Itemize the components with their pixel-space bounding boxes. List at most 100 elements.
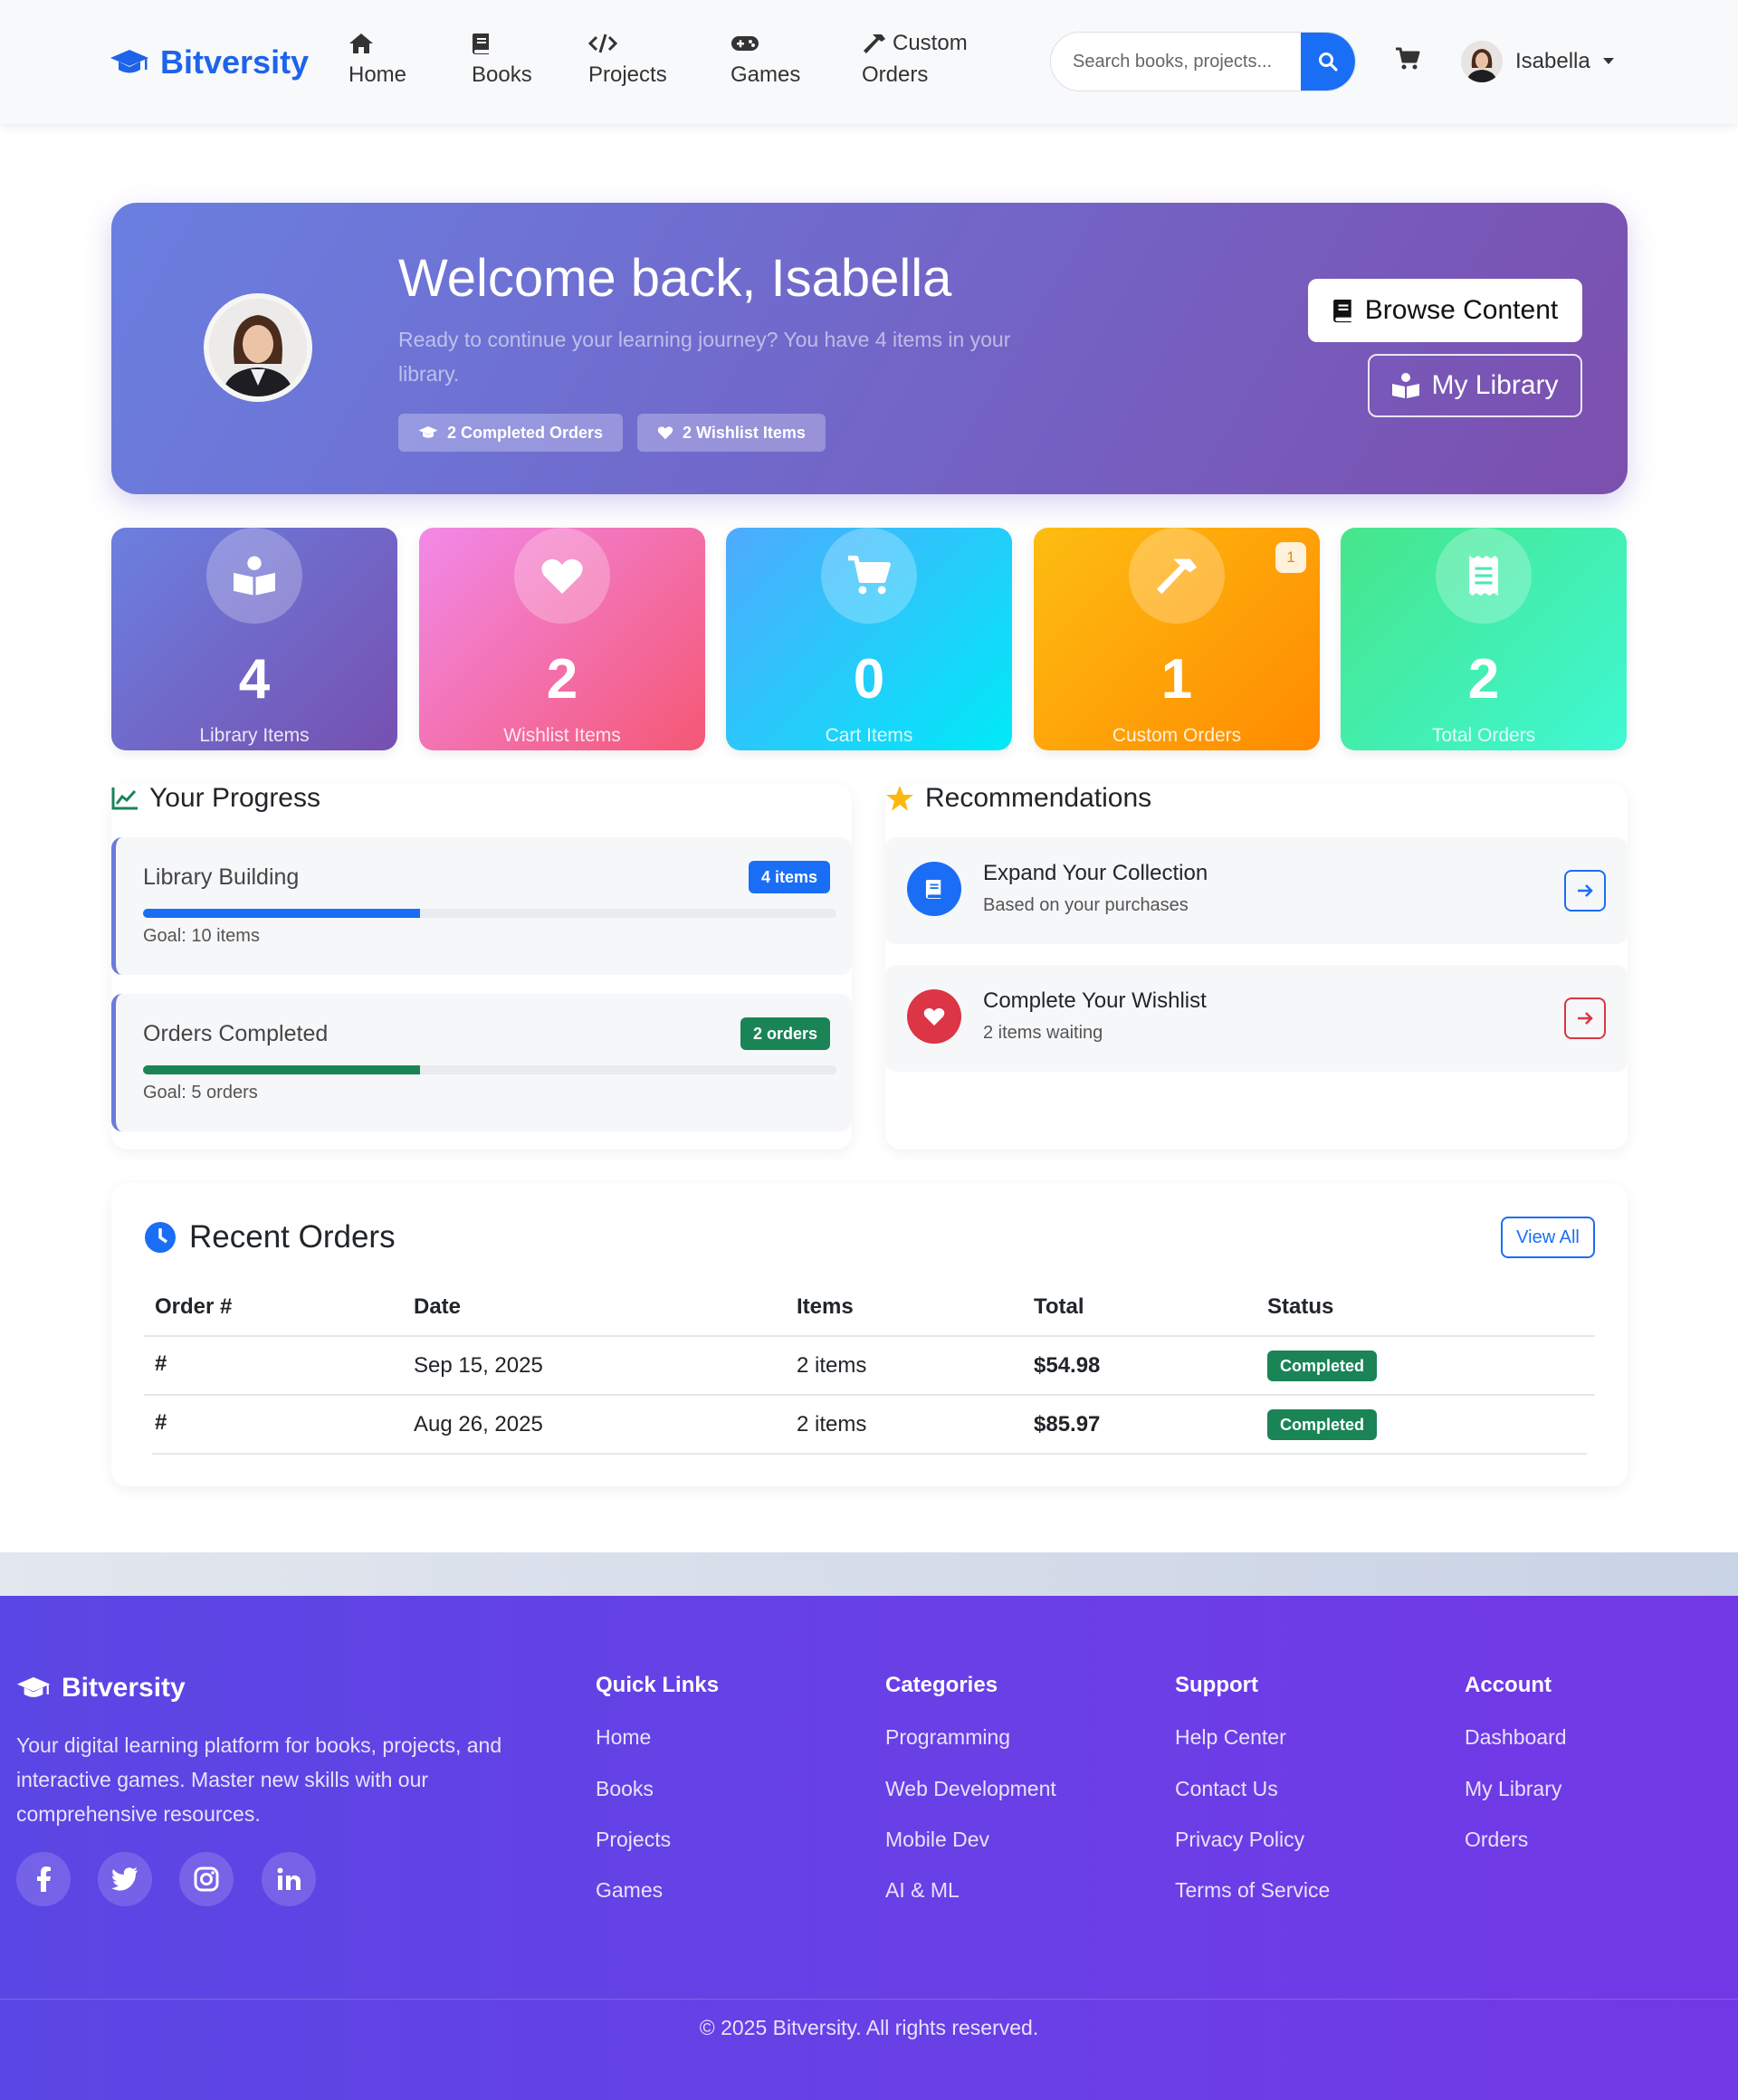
footer-link-programming[interactable]: Programming [885, 1725, 1010, 1750]
footer-link-projects[interactable]: Projects [596, 1828, 671, 1852]
footer-link-books[interactable]: Books [596, 1777, 654, 1801]
order-number[interactable]: # [155, 1410, 167, 1436]
footer-link-my-library[interactable]: My Library [1465, 1777, 1561, 1801]
progress-title: Your Progress [111, 783, 320, 814]
status-badge: Completed [1267, 1351, 1378, 1381]
twitter-link[interactable] [98, 1852, 152, 1906]
order-total: $85.97 [1034, 1412, 1101, 1437]
footer-support-heading: Support [1175, 1673, 1258, 1697]
linkedin-link[interactable] [262, 1852, 316, 1906]
footer-link-orders[interactable]: Orders [1465, 1828, 1528, 1852]
nav-books[interactable]: Books [472, 29, 532, 92]
heart-icon [907, 989, 961, 1044]
graduation-cap-icon [16, 1675, 51, 1701]
progress-track [143, 1065, 836, 1074]
footer-link-contact-us[interactable]: Contact Us [1175, 1777, 1278, 1801]
user-menu[interactable]: Isabella [1461, 41, 1614, 82]
order-items: 2 items [797, 1412, 867, 1437]
stat-total-orders[interactable]: 2 Total Orders [1341, 528, 1627, 750]
nav-projects[interactable]: Projects [588, 29, 667, 92]
column-date: Date [414, 1294, 462, 1319]
footer-link-privacy-policy[interactable]: Privacy Policy [1175, 1828, 1304, 1852]
wishlist-text: 2 Wishlist Items [683, 423, 806, 442]
recent-orders-title-text: Recent Orders [189, 1219, 396, 1255]
browse-content-label: Browse Content [1364, 295, 1559, 325]
recommendation-expand-collection[interactable]: Expand Your Collection Based on your pur… [885, 837, 1628, 944]
arrow-right-button[interactable] [1564, 998, 1606, 1039]
footer-link-ai-ml[interactable]: AI & ML [885, 1878, 960, 1903]
arrow-right-icon [1576, 1010, 1594, 1026]
footer-separator [0, 1552, 1738, 1598]
table-divider [144, 1335, 1595, 1337]
footer-link-dashboard[interactable]: Dashboard [1465, 1725, 1567, 1750]
footer-description: Your digital learning platform for books… [16, 1733, 502, 1826]
footer-link-mobile-dev[interactable]: Mobile Dev [885, 1828, 989, 1852]
recommendation-title: Expand Your Collection [983, 861, 1208, 885]
footer-divider [0, 1999, 1738, 2000]
footer-categories-heading: Categories [885, 1673, 998, 1697]
graduation-cap-icon [110, 48, 149, 77]
order-number[interactable]: # [155, 1351, 167, 1377]
progress-goal: Goal: 5 orders [143, 1083, 258, 1102]
stat-cart-items[interactable]: 0 Cart Items [726, 528, 1012, 750]
order-date: Aug 26, 2025 [414, 1412, 543, 1437]
nav-home-label: Home [349, 62, 407, 87]
hammer-icon [862, 32, 887, 55]
progress-item-title: Library Building [143, 864, 300, 890]
stat-library-items[interactable]: 4 Library Items [111, 528, 397, 750]
progress-fill [143, 909, 421, 918]
hero-subtitle: Ready to continue your learning journey?… [398, 328, 1011, 386]
book-reader-icon [206, 528, 302, 624]
graduation-cap-icon [418, 425, 438, 440]
avatar [1461, 41, 1503, 82]
book-reader-icon [1391, 372, 1420, 399]
footer-link-help-center[interactable]: Help Center [1175, 1725, 1286, 1750]
facebook-link[interactable] [16, 1852, 71, 1906]
arrow-right-icon [1576, 883, 1594, 899]
progress-track [143, 909, 836, 918]
instagram-link[interactable] [179, 1852, 234, 1906]
column-total: Total [1034, 1294, 1084, 1319]
cart-icon [1395, 47, 1420, 71]
progress-item-title: Orders Completed [143, 1021, 329, 1046]
nav-home[interactable]: Home [349, 29, 406, 92]
recommendation-complete-wishlist[interactable]: Complete Your Wishlist 2 items waiting [885, 965, 1628, 1072]
nav-games[interactable]: Games [731, 29, 800, 92]
column-status: Status [1267, 1294, 1334, 1319]
cart-button[interactable] [1395, 47, 1420, 71]
my-library-label: My Library [1431, 370, 1559, 400]
my-library-button[interactable]: My Library [1368, 354, 1582, 417]
stat-label: Library Items [199, 725, 310, 746]
view-all-button[interactable]: View All [1501, 1217, 1595, 1258]
nav-custom-orders[interactable]: Custom Orders [862, 29, 968, 92]
recommendation-subtitle: Based on your purchases [983, 895, 1189, 915]
footer-link-games[interactable]: Games [596, 1878, 663, 1903]
book-icon [907, 862, 961, 916]
stat-label: Total Orders [1431, 725, 1536, 746]
brand-logo[interactable]: Bitversity [110, 43, 309, 81]
footer-link-terms[interactable]: Terms of Service [1175, 1878, 1330, 1903]
stat-value: 2 [1467, 648, 1500, 711]
completed-orders-badge: 2 Completed Orders [398, 414, 624, 452]
footer-link-web-development[interactable]: Web Development [885, 1777, 1056, 1801]
chart-line-icon [111, 787, 138, 810]
stat-value: 4 [238, 648, 271, 711]
order-items: 2 items [797, 1353, 867, 1378]
welcome-hero: Welcome back, Isabella Ready to continue… [111, 203, 1628, 494]
stat-value: 1 [1160, 648, 1193, 711]
hammer-icon [1129, 528, 1225, 624]
footer-quick-links-heading: Quick Links [596, 1673, 720, 1697]
progress-badge: 2 orders [740, 1017, 830, 1050]
recommendations-title: Recommendations [885, 783, 1151, 814]
search-button[interactable] [1301, 33, 1355, 91]
notification-badge: 1 [1275, 542, 1306, 573]
arrow-right-button[interactable] [1564, 870, 1606, 912]
search-input[interactable] [1073, 33, 1281, 91]
browse-content-button[interactable]: Browse Content [1308, 279, 1582, 342]
footer-link-home[interactable]: Home [596, 1725, 651, 1750]
recent-orders-panel: Recent Orders View All Order # Date Item… [111, 1183, 1628, 1486]
navbar: Bitversity Home Books Projects Games Cus… [0, 0, 1738, 124]
stat-wishlist-items[interactable]: 2 Wishlist Items [419, 528, 705, 750]
stat-custom-orders[interactable]: 1 1 Custom Orders [1034, 528, 1320, 750]
recommendation-subtitle: 2 items waiting [983, 1023, 1103, 1043]
